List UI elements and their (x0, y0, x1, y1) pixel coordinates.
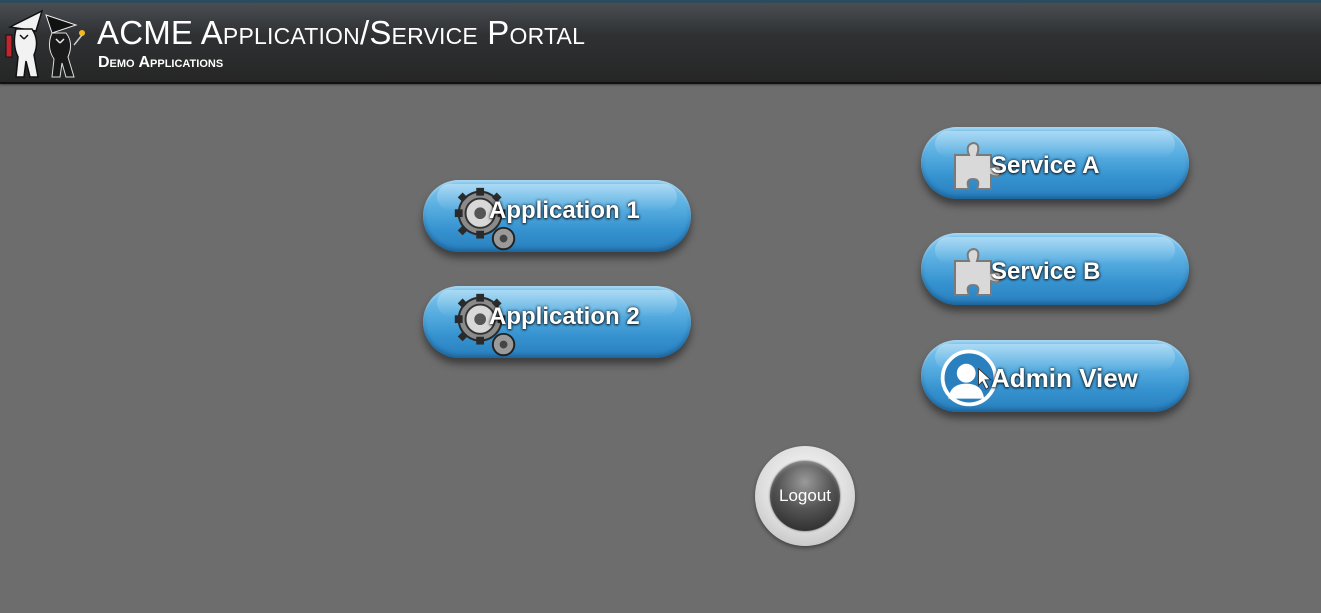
service-b-label: Service B (991, 258, 1101, 285)
spy-vs-spy-logo-icon (5, 9, 85, 78)
logout-label: Logout (779, 486, 831, 505)
admin-view-label: Admin View (991, 363, 1138, 393)
application-2-button[interactable]: Application 2 (423, 286, 691, 358)
application-2-label: Application 2 (489, 303, 640, 330)
application-1-button[interactable]: Application 1 (423, 180, 691, 252)
admin-view-button[interactable]: Admin View (921, 340, 1189, 412)
logout-button[interactable]: Logout (770, 461, 840, 531)
service-b-button[interactable]: Service B (921, 233, 1189, 305)
logout-ring: Logout (755, 446, 855, 546)
portal-header: ACME Application/Service Portal Demo App… (0, 0, 1321, 84)
page-title: ACME Application/Service Portal (97, 14, 586, 51)
portal-page: ACME Application/Service Portal Demo App… (0, 0, 1321, 613)
application-1-label: Application 1 (489, 197, 640, 224)
page-subtitle: Demo Applications (98, 54, 224, 71)
service-a-button[interactable]: Service A (921, 127, 1189, 199)
service-a-label: Service A (991, 152, 1100, 179)
